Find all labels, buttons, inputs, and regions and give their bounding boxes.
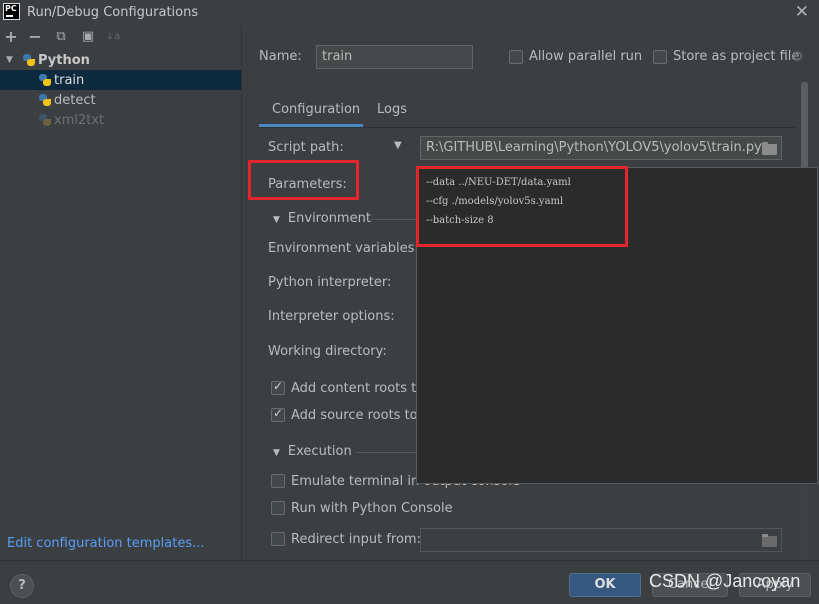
remove-icon[interactable]: − <box>27 29 43 45</box>
chevron-down-icon[interactable]: ▼ <box>6 55 14 65</box>
env-vars-label: Environment variables: <box>268 241 419 256</box>
folder-icon[interactable] <box>762 142 777 155</box>
folder-icon[interactable] <box>762 534 777 547</box>
section-divider <box>355 452 416 453</box>
section-divider <box>370 219 416 220</box>
add-content-roots-checkbox[interactable] <box>271 379 285 395</box>
tree-group-python[interactable]: ▼ Python <box>0 50 241 70</box>
chevron-down-icon[interactable]: ▼ <box>394 140 402 151</box>
sort-icon[interactable]: ↓a <box>105 29 121 45</box>
gear-icon[interactable]: ⚙ <box>791 50 805 64</box>
python-icon <box>38 73 52 87</box>
interpreter-options-label: Interpreter options: <box>268 309 395 324</box>
script-path-input[interactable]: R:\GITHUB\Learning\Python\YOLOV5\yolov5\… <box>420 136 782 160</box>
title-bar: PC Run/Debug Configurations ✕ <box>0 0 819 26</box>
watermark: CSDN @Jancoyan <box>649 571 801 591</box>
run-with-console-checkbox[interactable] <box>271 501 285 515</box>
python-icon <box>38 113 52 127</box>
store-as-file-checkbox[interactable] <box>653 50 667 64</box>
tab-configuration[interactable]: Configuration <box>259 97 363 127</box>
python-icon <box>22 53 36 67</box>
chevron-down-icon: ▼ <box>273 215 280 225</box>
help-button[interactable]: ? <box>10 574 34 598</box>
config-toolbar: + − ⧉ ▣ ↓a <box>0 26 241 50</box>
window-title: Run/Debug Configurations <box>27 5 199 20</box>
config-tree: ▼ Python train detect xml2txt <box>0 50 241 560</box>
pycharm-app-icon: PC <box>3 3 20 20</box>
tab-logs[interactable]: Logs <box>377 97 407 127</box>
execution-section-header[interactable]: ▼ Execution <box>273 444 352 459</box>
folder-add-icon[interactable]: ▣ <box>80 29 96 45</box>
bottom-divider <box>0 560 819 561</box>
edit-templates-link[interactable]: Edit configuration templates... <box>7 536 205 551</box>
script-path-label: Script path: <box>268 140 344 155</box>
ok-button[interactable]: OK <box>569 573 641 597</box>
panel-divider <box>241 26 242 560</box>
tree-item-train[interactable]: train <box>0 70 241 90</box>
name-input[interactable]: train <box>316 45 473 69</box>
tree-item-xml2txt[interactable]: xml2txt <box>0 110 241 130</box>
redirect-input-checkbox[interactable] <box>271 532 285 546</box>
environment-section-header[interactable]: ▼ Environment <box>273 211 371 226</box>
chevron-down-icon: ▼ <box>273 448 280 458</box>
python-icon <box>38 93 52 107</box>
add-source-roots-checkbox[interactable] <box>271 406 285 422</box>
close-icon[interactable]: ✕ <box>795 2 809 22</box>
highlight-box-parameters-label <box>248 160 359 200</box>
tree-item-detect[interactable]: detect <box>0 90 241 110</box>
emulate-terminal-checkbox[interactable] <box>271 474 285 488</box>
name-label: Name: <box>259 49 302 64</box>
scrollbar-thumb[interactable] <box>801 82 808 172</box>
allow-parallel-checkbox[interactable] <box>509 50 523 64</box>
run-with-console-label: Run with Python Console <box>291 501 453 516</box>
allow-parallel-label: Allow parallel run <box>529 49 643 64</box>
tab-underline <box>259 127 795 128</box>
add-icon[interactable]: + <box>3 29 19 45</box>
interpreter-label: Python interpreter: <box>268 275 392 290</box>
tree-group-label: Python <box>38 52 90 68</box>
add-content-roots-label: Add content roots to <box>291 381 425 396</box>
store-as-file-label: Store as project file <box>673 49 800 64</box>
tree-item-label: train <box>54 72 85 88</box>
tree-item-label: detect <box>54 92 96 108</box>
copy-icon[interactable]: ⧉ <box>53 29 69 45</box>
working-dir-label: Working directory: <box>268 344 387 359</box>
tree-item-label: xml2txt <box>54 112 105 128</box>
redirect-input-label: Redirect input from: <box>291 532 421 547</box>
highlight-box-parameters-value <box>416 166 628 247</box>
add-source-roots-label: Add source roots to P <box>291 408 430 423</box>
redirect-input-field[interactable] <box>420 528 782 552</box>
